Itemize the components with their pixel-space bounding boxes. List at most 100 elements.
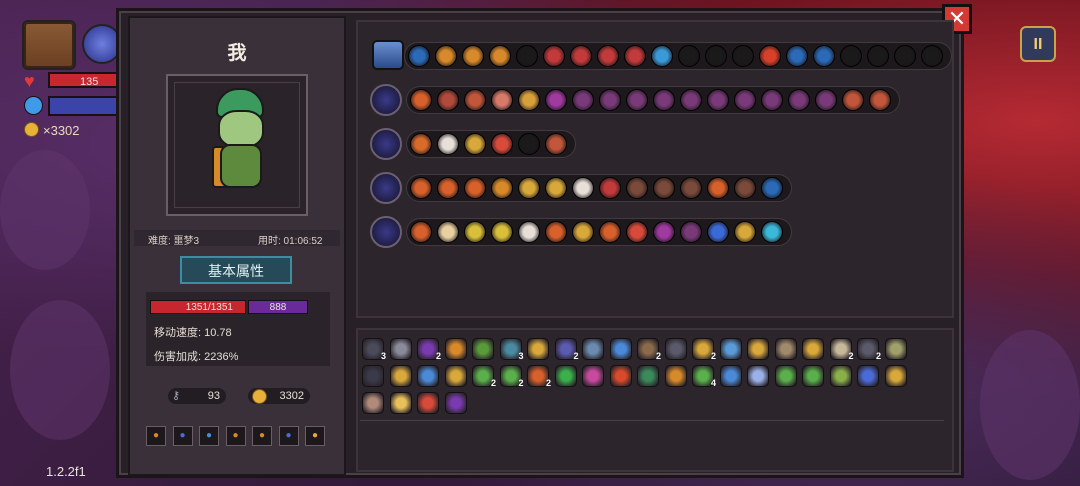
item-icon[interactable] [527,338,549,360]
upgrade-slot[interactable] [815,89,837,111]
item-icon[interactable] [637,365,659,387]
upgrade-slot[interactable] [464,177,486,199]
upgrade-slot[interactable] [921,45,943,67]
upgrade-slot[interactable] [410,177,432,199]
item-icon[interactable] [664,365,687,387]
upgrade-slot[interactable] [651,45,673,67]
item-icon[interactable] [829,365,852,387]
upgrade-slot[interactable] [572,177,594,199]
upgrade-slot[interactable] [867,45,889,67]
item-icon[interactable] [389,392,412,414]
upgrade-slot[interactable] [894,45,916,67]
upgrade-slot[interactable] [435,45,457,67]
upgrade-slot[interactable] [653,89,675,111]
item-icon[interactable] [362,365,384,387]
item-icon[interactable] [884,338,907,360]
upgrade-slot[interactable] [545,133,567,155]
potion-slot[interactable]: ● [199,426,219,446]
potion-slot[interactable]: ● [172,426,193,446]
upgrade-slot[interactable] [545,177,567,199]
upgrade-slot[interactable] [572,89,594,111]
item-icon[interactable] [747,365,769,387]
item-icon[interactable] [664,338,687,360]
upgrade-slot[interactable] [410,89,432,111]
upgrade-slot[interactable] [734,177,756,199]
item-icon[interactable] [774,338,797,360]
upgrade-slot[interactable] [518,89,540,111]
potion-slot[interactable]: ● [146,426,166,446]
upgrade-slot[interactable] [732,45,754,67]
item-icon[interactable] [719,365,742,387]
item-icon[interactable] [609,338,632,360]
item-icon[interactable] [774,365,797,387]
upgrade-slot[interactable] [678,45,700,67]
upgrade-slot[interactable] [545,89,567,111]
upgrade-slot[interactable] [437,177,459,199]
upgrade-slot[interactable] [597,45,619,67]
upgrade-slot[interactable] [489,45,511,67]
weapon-icon[interactable] [370,128,402,160]
item-icon[interactable] [417,392,439,414]
upgrade-slot[interactable] [570,45,592,67]
upgrade-slot[interactable] [518,177,540,199]
upgrade-slot[interactable] [680,177,702,199]
item-icon[interactable] [472,338,494,360]
upgrade-slot[interactable] [842,89,864,111]
item-icon[interactable] [857,365,879,387]
pause-button[interactable]: II [1020,26,1056,62]
upgrade-slot[interactable] [813,45,835,67]
upgrade-slot[interactable] [462,45,484,67]
upgrade-slot[interactable] [626,89,648,111]
upgrade-slot[interactable] [410,221,432,243]
upgrade-slot[interactable] [464,89,486,111]
upgrade-slot[interactable] [408,45,430,67]
item-icon[interactable] [389,338,412,360]
weapon-chest-icon[interactable] [372,40,404,70]
upgrade-slot[interactable] [734,221,756,243]
item-icon[interactable] [582,338,604,360]
weapon-icon[interactable] [370,84,402,116]
upgrade-slot[interactable] [626,177,648,199]
item-icon[interactable] [389,365,412,387]
upgrade-slot[interactable] [437,221,459,243]
item-icon[interactable] [444,392,467,414]
item-icon[interactable] [554,365,577,387]
upgrade-slot[interactable] [491,133,513,155]
upgrade-slot[interactable] [464,221,486,243]
upgrade-slot[interactable] [543,45,565,67]
upgrade-slot[interactable] [599,177,621,199]
item-icon[interactable] [719,338,742,360]
upgrade-slot[interactable] [705,45,727,67]
weapon-icon[interactable] [370,172,402,204]
upgrade-slot[interactable] [680,221,702,243]
weapon-icon[interactable] [370,216,402,248]
upgrade-slot[interactable] [624,45,646,67]
upgrade-slot[interactable] [653,221,675,243]
upgrade-slot[interactable] [491,89,513,111]
upgrade-slot[interactable] [516,45,538,67]
upgrade-slot[interactable] [545,221,567,243]
upgrade-slot[interactable] [491,177,513,199]
upgrade-slot[interactable] [464,133,486,155]
upgrade-slot[interactable] [788,89,810,111]
upgrade-slot[interactable] [707,89,729,111]
upgrade-slot[interactable] [518,221,540,243]
item-icon[interactable] [417,365,439,387]
upgrade-slot[interactable] [680,89,702,111]
upgrade-slot[interactable] [840,45,862,67]
item-icon[interactable] [582,365,604,387]
upgrade-slot[interactable] [437,133,459,155]
chest-icon[interactable] [22,20,76,70]
upgrade-slot[interactable] [734,89,756,111]
upgrade-slot[interactable] [759,45,781,67]
upgrade-slot[interactable] [653,177,675,199]
potion-slot[interactable]: ● [225,426,246,446]
upgrade-slot[interactable] [599,89,621,111]
potion-slot[interactable]: ● [278,426,299,446]
upgrade-slot[interactable] [761,177,783,199]
upgrade-slot[interactable] [410,133,432,155]
upgrade-slot[interactable] [707,177,729,199]
upgrade-slot[interactable] [869,89,891,111]
attributes-title[interactable]: 基本属性 [180,256,292,284]
item-icon[interactable] [609,365,632,387]
